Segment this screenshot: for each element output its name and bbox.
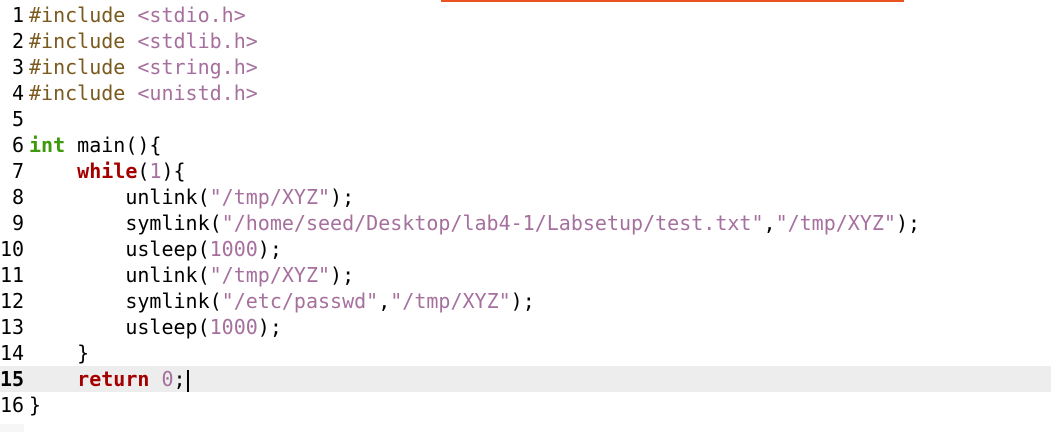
line-number: 13 (0, 315, 25, 339)
line-code: #include <unistd.h> (29, 80, 258, 106)
line-code: } (29, 340, 89, 366)
code-token: 1 (149, 159, 162, 183)
line-code: usleep(1000); (29, 314, 282, 340)
line-code: } (29, 392, 41, 418)
line-number: 10 (0, 237, 25, 261)
code-token: usleep( (29, 237, 210, 261)
code-line-8[interactable]: 8 unlink("/tmp/XYZ"); (0, 184, 1051, 210)
line-number: 15 (0, 367, 25, 391)
line-number: 12 (0, 289, 25, 313)
code-token: ){ (161, 159, 186, 183)
code-token: ; (173, 367, 186, 391)
line-code: #include <string.h> (29, 54, 258, 80)
code-token: ); (895, 211, 921, 235)
line-number: 14 (0, 341, 25, 365)
code-line-13[interactable]: 13 usleep(1000); (0, 314, 1051, 340)
code-token: symlink( (29, 211, 222, 235)
code-token: "/tmp/XYZ" (209, 185, 331, 209)
line-number: 6 (11, 133, 24, 157)
line-code: symlink("/etc/passwd","/tmp/XYZ"); (29, 288, 535, 314)
line-code: int main(){ (29, 132, 161, 158)
line-code: unlink("/tmp/XYZ"); (29, 184, 354, 210)
code-line-16[interactable]: 16} (0, 392, 1051, 418)
line-number: 5 (11, 107, 24, 131)
code-token: main(){ (65, 133, 162, 157)
code-token: "/tmp/XYZ" (390, 289, 511, 313)
line-number: 9 (11, 211, 24, 235)
code-line-4[interactable]: 4 #include <unistd.h> (0, 80, 1051, 106)
code-token: 0 (161, 367, 174, 391)
code-token: ( (137, 159, 150, 183)
code-token: return (77, 367, 150, 391)
code-editor[interactable]: 1 #include <stdio.h> 2 #include <stdlib.h> 3… (0, 0, 1051, 432)
line-code: #include <stdlib.h> (29, 28, 258, 54)
code-token: unlink( (29, 263, 210, 287)
code-line-12[interactable]: 12 symlink("/etc/passwd","/tmp/XYZ"); (0, 288, 1051, 314)
code-line-15[interactable]: 15 return 0; (0, 366, 1051, 392)
code-line-1[interactable]: 1 #include <stdio.h> (0, 2, 1051, 28)
code-line-3[interactable]: 3 #include <string.h> (0, 54, 1051, 80)
code-token: 1000 (209, 315, 258, 339)
code-token: ); (510, 289, 535, 313)
line-code: return 0; (29, 366, 189, 392)
code-token: usleep( (29, 315, 210, 339)
code-token: while (77, 159, 138, 183)
code-token: 1000 (209, 237, 258, 261)
code-token: } (29, 393, 42, 417)
code-line-2[interactable]: 2 #include <stdlib.h> (0, 28, 1051, 54)
code-token: #include (29, 29, 126, 53)
code-line-10[interactable]: 10 usleep(1000); (0, 236, 1051, 262)
line-number: 7 (11, 159, 24, 183)
code-token: ); (257, 237, 282, 261)
line-number: 2 (11, 29, 24, 53)
code-token: , (763, 211, 776, 235)
code-token: ); (330, 263, 355, 287)
line-number: 11 (0, 263, 25, 287)
code-token: #include (29, 3, 126, 27)
line-number: 1 (11, 3, 24, 27)
code-token: "/tmp/XYZ" (209, 263, 331, 287)
line-code: #include <stdio.h> (29, 2, 246, 28)
gutter-corner (0, 424, 24, 432)
code-token: } (29, 341, 90, 365)
line-code: while(1){ (29, 158, 186, 184)
code-line-5[interactable]: 5 (0, 106, 1051, 132)
code-line-7[interactable]: 7 while(1){ (0, 158, 1051, 184)
code-token: symlink( (29, 289, 222, 313)
code-line-11[interactable]: 11 unlink("/tmp/XYZ"); (0, 262, 1051, 288)
text-cursor (186, 369, 189, 392)
code-token: unlink( (29, 185, 210, 209)
code-token: <string.h> (137, 55, 258, 79)
code-token: <stdlib.h> (137, 29, 258, 53)
line-number: 16 (0, 393, 25, 417)
code-token: "/etc/passwd" (221, 289, 379, 313)
code-token: "/home/seed/Desktop/lab4-1/Labsetup/test… (221, 211, 764, 235)
code-token: ); (330, 185, 355, 209)
line-number: 3 (11, 55, 24, 79)
code-token: ); (257, 315, 282, 339)
code-token: , (378, 289, 391, 313)
code-line-14[interactable]: 14 } (0, 340, 1051, 366)
line-number: 4 (11, 81, 24, 105)
code-line-6[interactable]: 6 int main(){ (0, 132, 1051, 158)
code-line-9[interactable]: 9 symlink("/home/seed/Desktop/lab4-1/Lab… (0, 210, 1051, 236)
code-token: <stdio.h> (137, 3, 246, 27)
code-token: <unistd.h> (137, 81, 258, 105)
code-token: #include (29, 81, 126, 105)
line-code: usleep(1000); (29, 236, 282, 262)
line-number: 8 (11, 185, 24, 209)
code-token: int (29, 133, 66, 157)
code-token: "/tmp/XYZ" (775, 211, 896, 235)
line-code: symlink("/home/seed/Desktop/lab4-1/Labse… (29, 210, 920, 236)
code-token: #include (29, 55, 126, 79)
line-code: unlink("/tmp/XYZ"); (29, 262, 354, 288)
